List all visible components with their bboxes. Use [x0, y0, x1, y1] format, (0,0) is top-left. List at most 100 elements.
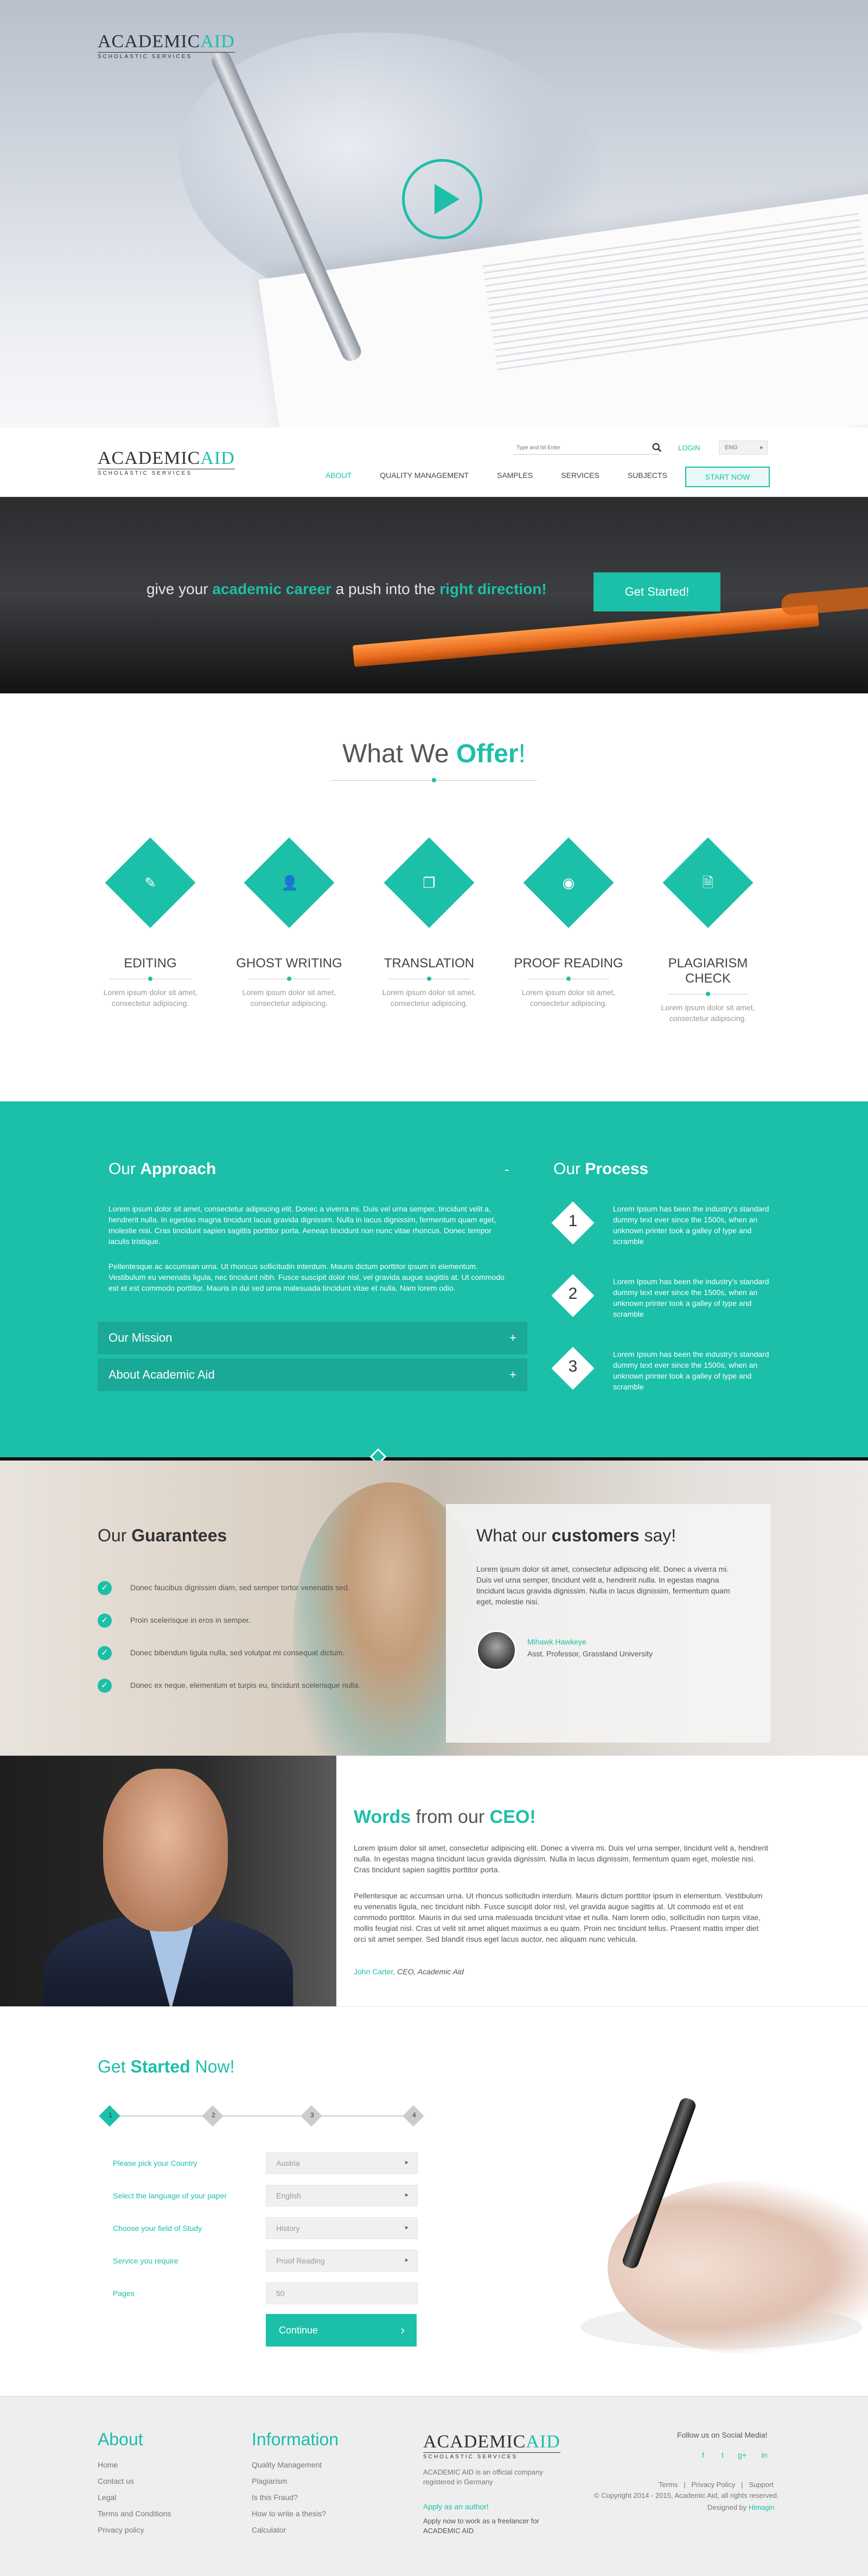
offer-title: What We Offer! [0, 739, 868, 769]
testimonial-title: What our customers say! [476, 1526, 676, 1546]
banner-highlight: academic career [212, 581, 331, 597]
start-now-button[interactable]: START NOW [685, 467, 770, 487]
step-number: 2 [212, 2111, 215, 2119]
check-icon: ✓ [98, 1614, 112, 1628]
nav-item-about[interactable]: ABOUT [326, 471, 352, 482]
get-started-section: Get Started Now! 1 2 3 4 Please pick you… [0, 2006, 868, 2396]
step-number: 2 [568, 1285, 578, 1303]
linkedin-icon[interactable]: in [758, 2449, 770, 2461]
title-text: Our [553, 1160, 585, 1178]
facebook-icon[interactable]: f [697, 2449, 709, 2461]
step-indicator-2[interactable]: 2 [202, 2105, 224, 2127]
step-number: 3 [310, 2111, 314, 2119]
ceo-photo [0, 1756, 336, 2006]
footer-link-legal[interactable]: Legal [98, 2489, 171, 2505]
footer-link-calculator[interactable]: Calculator [252, 2522, 326, 2538]
pages-input[interactable]: 50 [266, 2282, 418, 2304]
accordion-our-mission[interactable]: Our Mission + [98, 1322, 527, 1354]
banner-highlight: right direction! [439, 581, 547, 597]
service-proof-reading[interactable]: ◉ PROOF READING Lorem ipsum dolor sit am… [506, 837, 631, 1009]
designer-link[interactable]: Himagin [749, 2503, 775, 2511]
ceo-section: Words from our CEO! Lorem ipsum dolor si… [0, 1756, 868, 2006]
step-number: 1 [568, 1212, 578, 1230]
guarantees-section: Our Guarantees ✓ Donec faucibus dignissim… [0, 1461, 868, 1756]
accordion-label: About Academic Aid [108, 1368, 215, 1381]
approach-title: Our Approach [108, 1160, 216, 1178]
title-bold: Process [585, 1160, 649, 1178]
nav-item-subjects[interactable]: SUBJECTS [628, 471, 667, 482]
play-video-button[interactable] [402, 159, 482, 239]
collapse-toggle[interactable]: - [505, 1161, 509, 1178]
service-icon-badge: ◉ [523, 837, 614, 928]
service-plagiarism-check[interactable]: 🗎 PLAGIARISM CHECK Lorem ipsum dolor sit… [646, 837, 770, 1024]
service-translation[interactable]: ❐ TRANSLATION Lorem ipsum dolor sit amet… [367, 837, 492, 1009]
writing-hand-image [532, 2072, 868, 2376]
caret-right-icon: ▸ [405, 2223, 409, 2231]
guarantee-item: ✓ Donec faucibus dignissim diam, sed semp… [98, 1581, 380, 1597]
service-description: Lorem ipsum dolor sit amet, consectetur … [661, 1003, 755, 1023]
footer-logo[interactable]: ACADEMICAID SCHOLASTIC SERVICES [423, 2433, 560, 2460]
eye-icon: ◉ [562, 875, 575, 891]
nav-item-samples[interactable]: SAMPLES [497, 471, 533, 482]
footer-link-terms[interactable]: Terms and Conditions [98, 2505, 171, 2522]
login-link[interactable]: LOGIN [678, 444, 700, 452]
edit-icon: ✎ [144, 875, 156, 891]
step-indicator-3[interactable]: 3 [301, 2105, 322, 2127]
apply-author-link[interactable]: Apply as an author! [423, 2502, 489, 2511]
search-input[interactable] [513, 442, 660, 455]
social-heading: Follow us on Social Media! [677, 2431, 768, 2439]
twitter-icon[interactable]: t [717, 2449, 729, 2461]
check-icon: ✓ [98, 1679, 112, 1693]
ceo-paragraph-1: Lorem ipsum dolor sit amet, consectetur … [354, 1844, 769, 1874]
footer-about-links: Home Contact us Legal Terms and Conditio… [98, 2457, 171, 2538]
language-select[interactable]: ENG ▾ [719, 441, 768, 455]
footer-link-contact[interactable]: Contact us [98, 2473, 171, 2489]
footer-link-home[interactable]: Home [98, 2457, 171, 2473]
form-row-field-of-study: Choose your field of Study History ▸ [113, 2217, 419, 2239]
step-number: 1 [108, 2111, 112, 2119]
service-ghost-writing[interactable]: 👤 GHOST WRITING Lorem ipsum dolor sit am… [227, 837, 352, 1009]
footer-link-quality[interactable]: Quality Management [252, 2457, 326, 2473]
service-select[interactable]: Proof Reading ▸ [266, 2250, 418, 2272]
logo-tagline: SCHOLASTIC SERVICES [98, 469, 235, 476]
service-description: Lorem ipsum dolor sit amet, consectetur … [382, 988, 476, 1008]
service-description: Lorem ipsum dolor sit amet, consectetur … [521, 988, 616, 1008]
footer-link-plagiarism[interactable]: Plagiarism [252, 2473, 326, 2489]
continue-button[interactable]: Continue › [266, 2314, 417, 2347]
footer: About Home Contact us Legal Terms and Co… [0, 2396, 868, 2576]
logo-text-accent: AID [200, 31, 235, 52]
title-bold: customers [551, 1526, 640, 1545]
footer-copyright: © Copyright 2014 - 2015, Academic Aid, a… [594, 2491, 779, 2500]
footer-info-title: Information [252, 2430, 339, 2449]
testimonial-author-role: Asst. Professor, Grassland University [527, 1649, 653, 1658]
nav-item-quality-management[interactable]: QUALITY MANAGEMENT [380, 471, 469, 482]
play-icon [435, 184, 459, 214]
caret-right-icon: ▸ [405, 2191, 409, 2198]
testimonial-author-name[interactable]: Mihawk Hawkeye [527, 1637, 586, 1646]
service-editing[interactable]: ✎ EDITING Lorem ipsum dolor sit amet, co… [88, 837, 213, 1009]
service-description: Lorem ipsum dolor sit amet, consectetur … [242, 988, 336, 1008]
field-label: Please pick your Country [113, 2159, 197, 2167]
footer-link-fraud[interactable]: Is this Fraud? [252, 2489, 326, 2505]
step-indicator-4[interactable]: 4 [403, 2105, 424, 2127]
accordion-about-academic-aid[interactable]: About Academic Aid + [98, 1359, 527, 1391]
footer-legal-links[interactable]: Terms | Privacy Policy | Support [659, 2481, 774, 2489]
select-value: English [276, 2191, 301, 2200]
footer-link-privacy[interactable]: Privacy policy [98, 2522, 171, 2538]
footer-link-thesis[interactable]: How to write a thesis? [252, 2505, 326, 2522]
nav-item-services[interactable]: SERVICES [561, 471, 599, 482]
chevron-down-icon: ▾ [760, 445, 763, 451]
nav-logo[interactable]: ACADEMICAID SCHOLASTIC SERVICES [98, 449, 235, 476]
get-started-title: Get Started Now! [98, 2057, 235, 2077]
guarantee-text: Proin scelerisque in eros in semper. [130, 1616, 251, 1624]
check-icon: ✓ [98, 1581, 112, 1595]
language-select[interactable]: English ▸ [266, 2185, 418, 2207]
country-select[interactable]: Austria ▸ [266, 2152, 418, 2174]
service-icon-badge: 👤 [244, 837, 335, 928]
google-plus-icon[interactable]: g+ [736, 2449, 748, 2461]
field-of-study-select[interactable]: History ▸ [266, 2217, 418, 2239]
get-started-button[interactable]: Get Started! [593, 572, 720, 611]
hero-logo[interactable]: ACADEMICAID SCHOLASTIC SERVICES [98, 33, 235, 60]
search-icon[interactable] [652, 443, 662, 452]
step-indicator-1[interactable]: 1 [99, 2105, 120, 2127]
